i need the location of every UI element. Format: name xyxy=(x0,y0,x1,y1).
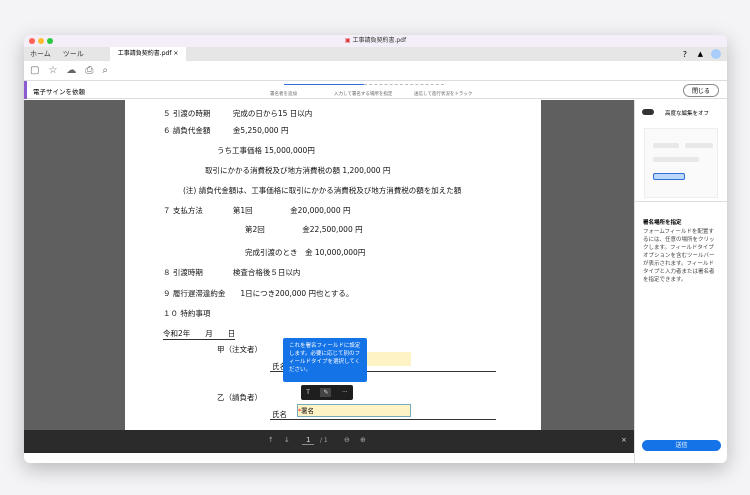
toggle-label: 高度な編集をオフ xyxy=(665,111,710,117)
page-navigation-bar: ↑ ↓ 1 / 1 ⊖ ⊕ × xyxy=(24,430,634,453)
step-send-track[interactable]: 送信して進行状況をトラック xyxy=(414,91,472,97)
doc-line: 甲（注文者） xyxy=(217,345,262,354)
progress-line xyxy=(284,84,364,85)
doc-line: 令和2年 月 日 xyxy=(163,329,236,340)
window-title: 工事請負契約書.pdf xyxy=(352,37,407,44)
close-window-button[interactable] xyxy=(29,38,35,44)
doc-line: ５ 引渡の時期 完成の日から15 日以内 xyxy=(163,109,313,118)
field-type-toolbar: T ✎ ··· xyxy=(301,385,353,400)
zoom-in-icon[interactable]: ⊕ xyxy=(360,436,366,444)
close-tab-icon[interactable]: × xyxy=(173,50,178,57)
text-field-icon[interactable]: T xyxy=(306,389,310,396)
panel-instructions: フォームフィールドを配置するには、任意の場所をクリックします。フィールドタイプオ… xyxy=(643,229,715,283)
help-icon[interactable]: ? xyxy=(683,50,687,59)
search-icon[interactable]: ⌕ xyxy=(102,65,108,76)
signature-field-label: 署名 xyxy=(301,407,314,415)
toolbar: ▢ ☆ ☁ ⎙ ⌕ xyxy=(24,61,727,81)
sign-request-bar: 電子サインを依頼 署名者を追加 入力して署名する場所を指定 送信して進行状況をト… xyxy=(24,81,727,99)
close-button[interactable]: 閉じる xyxy=(682,84,719,97)
close-bar-icon[interactable]: × xyxy=(621,436,627,444)
doc-line: 第2回 金22,500,000 円 xyxy=(245,225,363,234)
advanced-edit-toggle[interactable] xyxy=(642,109,654,115)
doc-line: 取引にかかる消費税及び地方消費税の額 1,200,000 円 xyxy=(205,166,391,175)
pdf-icon: ▣ xyxy=(344,37,351,44)
doc-line: ７ 支払方法 第1回 金20,000,000 円 xyxy=(163,206,351,215)
zoom-button[interactable] xyxy=(47,38,53,44)
avatar[interactable] xyxy=(711,49,721,59)
upload-icon[interactable]: ☁ xyxy=(66,65,76,76)
send-button[interactable]: 送信 xyxy=(642,440,721,451)
field-tooltip: これを署名フィールドに設定します。必要に応じて別のフィールドタイプを選択してくだ… xyxy=(283,338,367,382)
tab-home[interactable]: ホーム xyxy=(24,49,57,59)
tab-bar: ホーム ツール 工事請負契約書.pdf × ? ▲ xyxy=(24,47,727,61)
app-window: ▣ 工事請負契約書.pdf ホーム ツール 工事請負契約書.pdf × ? ▲ … xyxy=(24,35,727,463)
doc-line: うち工事価格 15,000,000円 xyxy=(217,146,315,155)
doc-line: (注) 請負代金額は、工事価格に取引にかかる消費税及び地方消費税の額を加えた額 xyxy=(183,186,462,195)
signature-field[interactable]: *署名 xyxy=(297,404,411,417)
placement-illustration xyxy=(644,128,718,198)
signature-pen-icon[interactable]: ✎ xyxy=(320,388,332,397)
sign-request-title: 電子サインを依頼 xyxy=(33,88,85,96)
right-panel: 高度な編集をオフ 署名場所を指定 フォームフィールドを配置するには、任意の場所を… xyxy=(634,100,727,463)
tab-document[interactable]: 工事請負契約書.pdf × xyxy=(109,47,187,61)
page-number-input[interactable]: 1 xyxy=(302,436,315,445)
doc-line: ８ 引渡時期 検査合格後５日以内 xyxy=(163,268,301,277)
document-viewer: ５ 引渡の時期 完成の日から15 日以内 ６ 請負代金額 金5,250,000 … xyxy=(24,100,634,430)
tab-tools[interactable]: ツール xyxy=(57,49,90,59)
prev-page-icon[interactable]: ↑ xyxy=(268,436,274,444)
next-page-icon[interactable]: ↓ xyxy=(284,436,290,444)
more-options-icon[interactable]: ··· xyxy=(342,389,348,396)
step-add-signers[interactable]: 署名者を追加 xyxy=(270,91,297,97)
zoom-out-icon[interactable]: ⊖ xyxy=(344,436,350,444)
doc-line: ６ 請負代金額 金5,250,000 円 xyxy=(163,126,289,135)
bell-icon[interactable]: ▲ xyxy=(698,50,703,58)
doc-line: 乙（請負者） xyxy=(217,393,262,402)
panel-heading: 署名場所を指定 xyxy=(643,220,682,226)
tab-document-label: 工事請負契約書.pdf xyxy=(117,50,172,57)
doc-line: 完成引渡のとき 金 10,000,000円 xyxy=(245,248,366,257)
pdf-page: ５ 引渡の時期 完成の日から15 日以内 ６ 請負代金額 金5,250,000 … xyxy=(125,100,541,430)
title-bar: ▣ 工事請負契約書.pdf xyxy=(24,35,727,47)
print-icon[interactable]: ⎙ xyxy=(85,65,93,76)
save-icon[interactable]: ▢ xyxy=(30,65,39,76)
page-total: / 1 xyxy=(320,437,328,444)
doc-line: ９ 履行遅滞違約金 1日につき200,000 円也とする。 xyxy=(163,289,354,298)
minimize-button[interactable] xyxy=(38,38,44,44)
star-icon[interactable]: ☆ xyxy=(48,65,57,76)
step-place-fields[interactable]: 入力して署名する場所を指定 xyxy=(334,91,392,97)
doc-line: １０ 特約事項 xyxy=(163,309,211,318)
